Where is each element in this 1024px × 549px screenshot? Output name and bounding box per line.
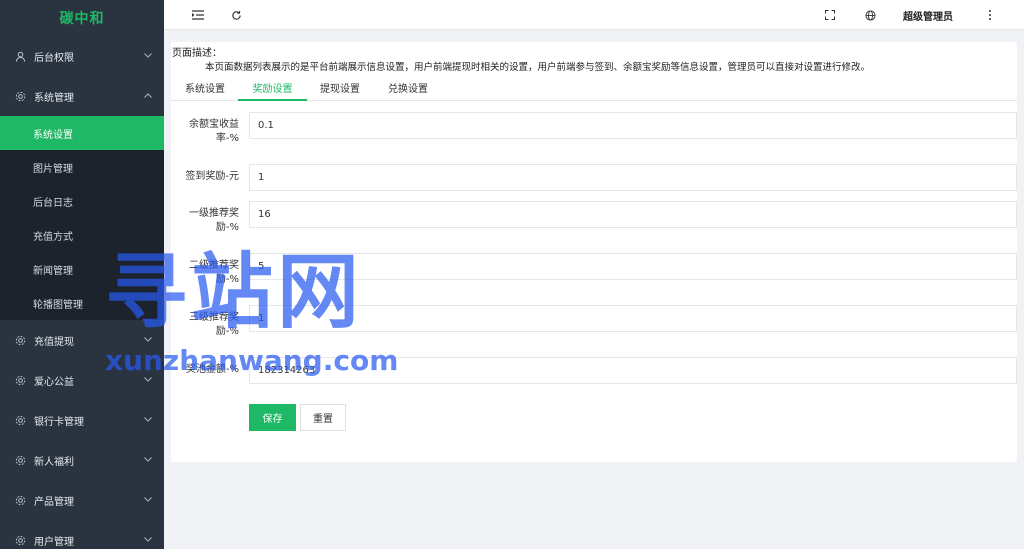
field-label: 签到奖励-元 [185,171,239,182]
fullscreen-icon[interactable] [822,7,838,23]
gear-icon [14,90,26,102]
app-logo: 碳中和 [59,11,105,27]
reset-button[interactable]: 重置 [300,404,346,431]
chevron-down-icon [144,335,152,345]
sidebar-item-label: 后台权限 [34,52,74,64]
sidebar-item-user-management[interactable]: 用户管理 [0,520,164,549]
sidebar-item-newcomer-benefits[interactable]: 新人福利 [0,440,164,480]
prize-pool-input[interactable]: 182314263 [249,357,1017,384]
sidebar-item-recharge-withdraw[interactable]: 充值提现 [0,320,164,360]
sidebar-subitem-recharge-methods[interactable]: 充值方式 [0,218,164,252]
yuebao-rate-input[interactable]: 0.1 [249,112,1017,139]
tab-withdraw-settings[interactable]: 提现设置 [319,80,361,101]
chevron-down-icon [144,51,152,61]
sidebar-item-label: 银行卡管理 [34,416,84,428]
sidebar-item-label: 用户管理 [34,536,74,548]
sidebar-item-label: 爱心公益 [34,376,74,388]
field-label: 余额宝收益 率-% [189,119,239,144]
sidebar-subitem-admin-log[interactable]: 后台日志 [0,184,164,218]
settings-tabs: 系统设置 奖励设置 提现设置 兑换设置 [171,75,1017,101]
gear-icon [14,534,26,546]
sidebar-item-charity[interactable]: 爱心公益 [0,360,164,400]
sidebar-item-product-management[interactable]: 产品管理 [0,480,164,520]
top-bar: 超级管理员 [164,0,1024,30]
tab-reward-settings[interactable]: 奖励设置 [238,80,307,101]
field-label: 一级推荐奖 励-% [189,208,239,233]
sidebar-item-label: 新人福利 [34,456,74,468]
tab-exchange-settings[interactable]: 兑换设置 [387,80,429,101]
page-description-text: 本页面数据列表展示的是平台前端展示信息设置，用户前端提现时相关的设置，用户前端参… [205,62,871,73]
chevron-down-icon [144,455,152,465]
chevron-down-icon [144,535,152,545]
sidebar-item-system-management[interactable]: 系统管理 [0,76,164,116]
level3-referral-input[interactable]: 1 [249,305,1017,332]
sidebar-subitem-image-management[interactable]: 图片管理 [0,150,164,184]
sidebar-item-admin-permissions[interactable]: 后台权限 [0,36,164,76]
chevron-up-icon [144,91,152,101]
user-icon [14,50,26,62]
level2-referral-input[interactable]: 5 [249,253,1017,280]
sidebar-item-label: 系统管理 [34,92,74,104]
page-description-title: 页面描述： [172,48,222,59]
sidebar: 碳中和 后台权限 系统管理 系统设置 图片管理 后台日志 充值方式 新闻管理 轮… [0,0,164,549]
submenu-system-management: 系统设置 图片管理 后台日志 充值方式 新闻管理 轮播图管理 [0,116,164,320]
checkin-reward-input[interactable]: 1 [249,164,1017,191]
save-button[interactable]: 保存 [249,404,296,431]
sidebar-subitem-carousel-management[interactable]: 轮播图管理 [0,286,164,320]
chevron-down-icon [144,415,152,425]
gear-icon [14,454,26,466]
gear-icon [14,334,26,346]
menu-fold-icon[interactable] [190,7,206,23]
refresh-icon[interactable] [228,7,244,23]
chevron-down-icon [144,375,152,385]
gear-icon [14,374,26,386]
gear-icon [14,414,26,426]
sidebar-subitem-news-management[interactable]: 新闻管理 [0,252,164,286]
field-label: 三级推荐奖 励-% [189,312,239,337]
settings-card: 页面描述： 本页面数据列表展示的是平台前端展示信息设置，用户前端提现时相关的设置… [171,42,1017,462]
more-vertical-icon[interactable] [982,7,998,23]
gear-icon [14,494,26,506]
field-label: 二级推荐奖 励-% [189,260,239,285]
tab-system-settings[interactable]: 系统设置 [184,80,226,101]
field-label: 奖池金额-% [185,364,239,375]
sidebar-item-label: 产品管理 [34,496,74,508]
sidebar-item-bank-cards[interactable]: 银行卡管理 [0,400,164,440]
chevron-down-icon [144,495,152,505]
sidebar-subitem-system-settings[interactable]: 系统设置 [0,116,164,150]
level1-referral-input[interactable]: 16 [249,201,1017,228]
sidebar-item-label: 充值提现 [34,336,74,348]
globe-icon[interactable] [862,7,878,23]
user-name[interactable]: 超级管理员 [903,8,953,23]
